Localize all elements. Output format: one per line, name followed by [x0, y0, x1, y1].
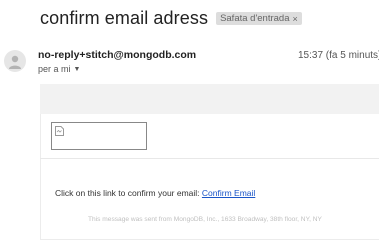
recipient-row[interactable]: per a mi ▼ [38, 64, 80, 74]
person-icon [9, 55, 21, 69]
remove-label-button[interactable]: × [293, 14, 298, 24]
confirm-email-link[interactable]: Confirm Email [202, 188, 255, 198]
sender-avatar[interactable] [4, 50, 26, 72]
email-subject: confirm email adress [40, 8, 209, 28]
subject-row: confirm email adress Safata d'entrada × [40, 8, 302, 29]
sender-email[interactable]: no-reply+stitch@mongodb.com [38, 49, 196, 61]
confirm-message: Click on this link to confirm your email… [55, 188, 255, 198]
body-divider [40, 158, 379, 159]
email-header-band [40, 84, 379, 114]
caret-down-icon[interactable]: ▼ [74, 66, 81, 73]
inbox-label-chip[interactable]: Safata d'entrada × [216, 12, 302, 25]
confirm-text: Click on this link to confirm your email… [55, 188, 202, 198]
broken-image-placeholder [51, 122, 147, 150]
broken-image-icon [55, 126, 64, 136]
recipient-label: per a mi [38, 64, 71, 74]
inbox-label-text: Safata d'entrada [220, 13, 290, 24]
email-timestamp: 15:37 (fa 5 minuts) [298, 50, 379, 61]
email-footer: This message was sent from MongoDB, Inc.… [88, 216, 322, 223]
